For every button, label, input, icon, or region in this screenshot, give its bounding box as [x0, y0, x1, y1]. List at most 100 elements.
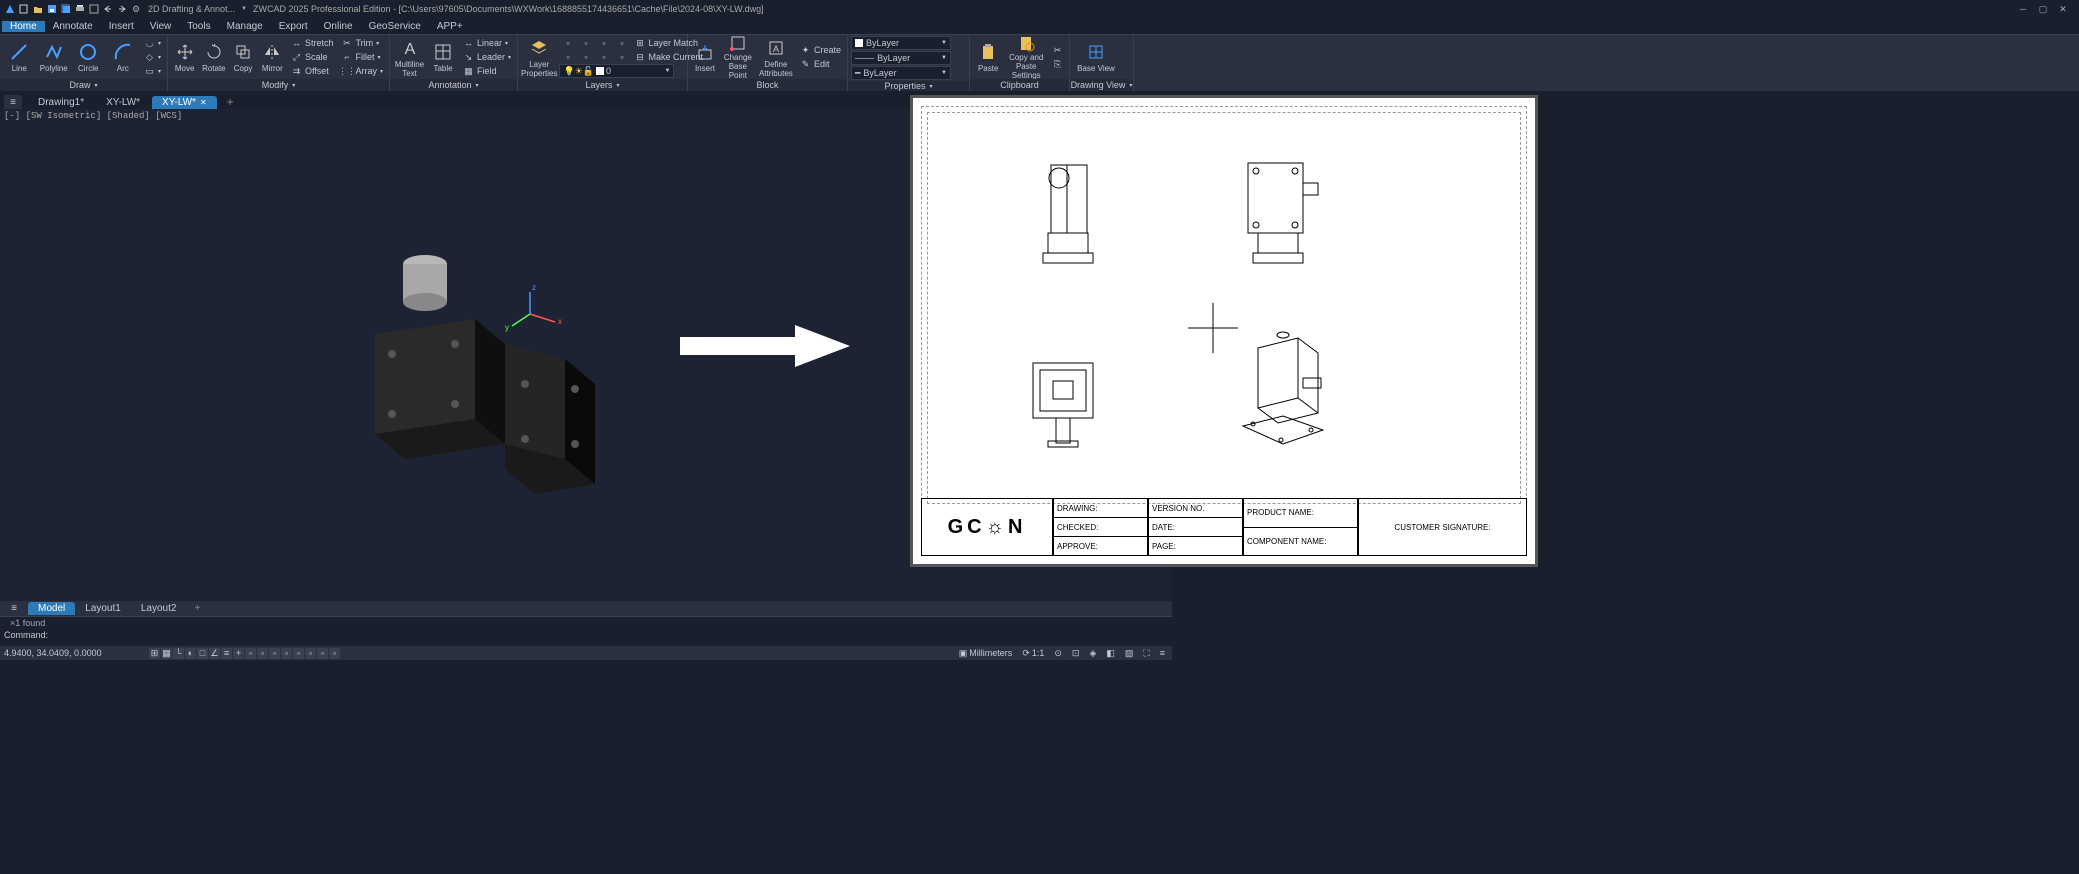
rotate-button[interactable]: Rotate: [200, 36, 227, 78]
doctab-menu-icon[interactable]: ≡: [4, 95, 22, 109]
tab-home[interactable]: Home: [2, 21, 45, 32]
doctab-close-icon[interactable]: ✕: [200, 98, 207, 107]
redo-icon[interactable]: [116, 3, 128, 15]
lineweight-dropdown[interactable]: ━ByLayer▼: [851, 66, 951, 80]
modify-panel-label[interactable]: Modify▾: [168, 79, 389, 91]
annoscale-button[interactable]: ⟳1:1: [1019, 648, 1047, 659]
tab-insert[interactable]: Insert: [101, 21, 142, 32]
define-attributes-button[interactable]: ADefine Attributes: [757, 36, 795, 78]
doctab-drawing1[interactable]: Drawing1*: [28, 96, 94, 109]
layer-tool6[interactable]: ▫: [577, 50, 594, 64]
array-button[interactable]: ⋮⋮Array▾: [338, 64, 386, 78]
mirror-button[interactable]: Mirror: [259, 36, 286, 78]
doctab-xylw1[interactable]: XY-LW*: [96, 96, 150, 109]
copy-clip-button[interactable]: ⎘: [1049, 57, 1066, 71]
tab-export[interactable]: Export: [271, 21, 316, 32]
tab-manage[interactable]: Manage: [219, 21, 271, 32]
draw-extra1[interactable]: ◡▾: [141, 36, 164, 50]
customize-button[interactable]: ≡: [1157, 648, 1168, 659]
move-button[interactable]: Move: [171, 36, 198, 78]
tab-online[interactable]: Online: [316, 21, 361, 32]
paste-button[interactable]: Paste: [973, 36, 1003, 78]
otrack-toggle[interactable]: ∠: [209, 648, 220, 659]
properties-panel-label[interactable]: Properties▾: [848, 81, 969, 91]
draw-extra3[interactable]: ▭▾: [141, 64, 164, 78]
units-button[interactable]: ▣Millimeters: [956, 648, 1016, 659]
workspace-label[interactable]: 2D Drafting & Annot...: [148, 4, 235, 14]
minimize-icon[interactable]: ─: [2015, 3, 2031, 15]
model-tab[interactable]: Model: [28, 602, 75, 615]
app-icon[interactable]: [4, 3, 16, 15]
grid-toggle[interactable]: ▦: [161, 648, 172, 659]
linear-dim-button[interactable]: ↔Linear▾: [460, 36, 514, 50]
drawing-view-panel-label[interactable]: Drawing View▾: [1070, 79, 1133, 91]
close-icon[interactable]: ✕: [2055, 3, 2071, 15]
insert-block-button[interactable]: Insert: [691, 36, 719, 78]
layer-tool7[interactable]: ▫: [595, 50, 612, 64]
table-button[interactable]: Table: [428, 36, 458, 78]
create-block-button[interactable]: ✦Create: [797, 43, 844, 57]
offset-button[interactable]: ⇉Offset: [288, 64, 337, 78]
change-basepoint-button[interactable]: Change Base Point: [721, 36, 755, 78]
doctab-xylw2[interactable]: XY-LW*✕: [152, 96, 217, 109]
command-input[interactable]: [52, 630, 1168, 640]
arc-button[interactable]: Arc: [107, 36, 140, 78]
polar-toggle[interactable]: ◐: [185, 648, 196, 659]
sb16[interactable]: ▫: [329, 648, 340, 659]
lwt-toggle[interactable]: ≡: [221, 648, 232, 659]
field-button[interactable]: ▦Field: [460, 64, 514, 78]
status-r3[interactable]: ◈: [1086, 648, 1099, 659]
viewport-label[interactable]: [-] [SW Isometric] [Shaded] [WCS]: [4, 111, 182, 121]
doctab-add-button[interactable]: +: [219, 95, 242, 109]
ortho-toggle[interactable]: └: [173, 648, 184, 659]
sb9[interactable]: ▫: [245, 648, 256, 659]
stretch-button[interactable]: ↔Stretch: [288, 36, 337, 50]
edit-block-button[interactable]: ✎Edit: [797, 57, 844, 71]
workspace-drop-icon[interactable]: ▼: [241, 6, 247, 12]
color-dropdown[interactable]: ByLayer▼: [851, 36, 951, 50]
layer-properties-button[interactable]: Layer Properties: [521, 36, 557, 78]
tab-geoservice[interactable]: GeoService: [361, 21, 429, 32]
tab-annotate[interactable]: Annotate: [45, 21, 101, 32]
snap-toggle[interactable]: ⊞: [149, 648, 160, 659]
sb13[interactable]: ▫: [293, 648, 304, 659]
base-view-button[interactable]: Base View: [1073, 36, 1119, 78]
tab-view[interactable]: View: [142, 21, 180, 32]
layer-tool1[interactable]: ▫: [559, 36, 576, 50]
sb11[interactable]: ▫: [269, 648, 280, 659]
polyline-button[interactable]: Polyline: [38, 36, 71, 78]
preview-icon[interactable]: [88, 3, 100, 15]
sb15[interactable]: ▫: [317, 648, 328, 659]
sb10[interactable]: ▫: [257, 648, 268, 659]
copy-button[interactable]: Copy: [229, 36, 256, 78]
layout1-tab[interactable]: Layout1: [75, 602, 131, 615]
layer-dropdown[interactable]: 💡 ☀ 🔓 0 ▼: [559, 64, 674, 78]
workspace-gear-icon[interactable]: ⚙: [130, 3, 142, 15]
dyn-toggle[interactable]: +: [233, 648, 244, 659]
circle-button[interactable]: Circle: [72, 36, 105, 78]
sb14[interactable]: ▫: [305, 648, 316, 659]
osnap-toggle[interactable]: □: [197, 648, 208, 659]
tab-app[interactable]: APP+: [429, 21, 471, 32]
fullscreen-button[interactable]: ⛶: [1140, 648, 1152, 659]
layout-menu-icon[interactable]: ≡: [6, 603, 22, 615]
save-icon[interactable]: [46, 3, 58, 15]
isoplane-button[interactable]: ◧: [1103, 648, 1118, 659]
open-icon[interactable]: [32, 3, 44, 15]
annotation-panel-label[interactable]: Annotation▾: [390, 79, 517, 91]
cut-button[interactable]: ✂: [1049, 43, 1066, 57]
line-button[interactable]: Line: [3, 36, 36, 78]
leader-button[interactable]: ↘Leader▾: [460, 50, 514, 64]
status-r2[interactable]: ⊡: [1069, 648, 1083, 659]
layout2-tab[interactable]: Layout2: [131, 602, 187, 615]
sb12[interactable]: ▫: [281, 648, 292, 659]
saveall-icon[interactable]: [60, 3, 72, 15]
status-r1[interactable]: ⊙: [1051, 648, 1065, 659]
layers-panel-label[interactable]: Layers▾: [518, 79, 687, 91]
linetype-dropdown[interactable]: ───ByLayer▼: [851, 51, 951, 65]
draw-extra2[interactable]: ◇▾: [141, 50, 164, 64]
mtext-button[interactable]: AMultiline Text: [393, 36, 426, 78]
print-icon[interactable]: [74, 3, 86, 15]
scale-button[interactable]: ⤢Scale: [288, 50, 337, 64]
layer-tool3[interactable]: ▫: [595, 36, 612, 50]
